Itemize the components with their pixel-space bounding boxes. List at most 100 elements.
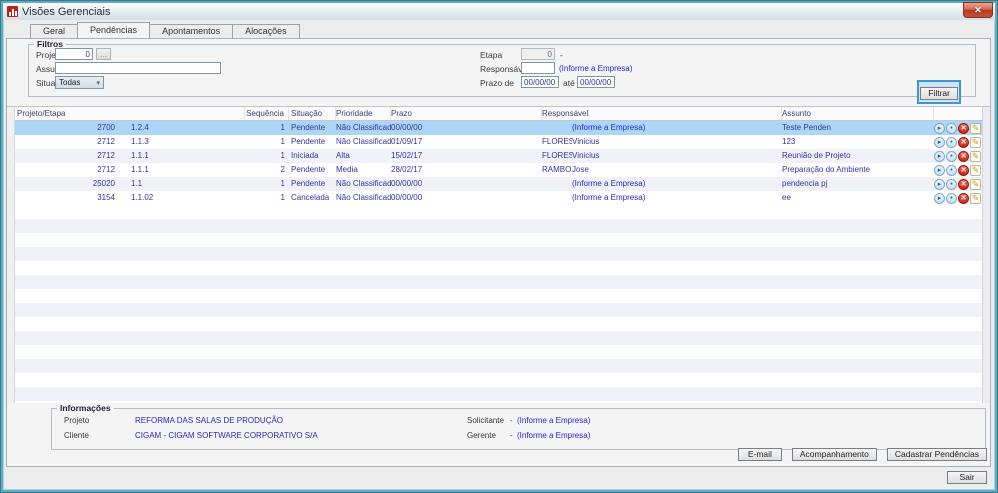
cell-situacao: Pendente bbox=[291, 165, 326, 174]
table-row[interactable]: 2700 1.2.4 1 Pendente Não Classificada 0… bbox=[7, 121, 990, 135]
assunto-input[interactable] bbox=[55, 62, 221, 74]
header-prioridade[interactable]: Prioridade bbox=[336, 107, 391, 120]
edit-icon[interactable]: ✎ bbox=[970, 150, 981, 162]
cell-prazo: 01/09/17 bbox=[391, 137, 423, 146]
cell-resp-name: Vinicius bbox=[572, 137, 600, 146]
table-row[interactable]: 2712 1.1.3 1 Pendente Não Classificada 0… bbox=[7, 135, 990, 149]
filtrar-button[interactable]: Filtrar bbox=[920, 87, 958, 100]
prazo-de-input[interactable] bbox=[521, 76, 559, 88]
tab-apontamentos[interactable]: Apontamentos bbox=[149, 24, 234, 38]
info-projeto-label: Projeto bbox=[64, 416, 90, 425]
view-icon[interactable]: • bbox=[946, 192, 957, 204]
etapa-suffix: - bbox=[560, 50, 563, 60]
edit-icon[interactable]: ✎ bbox=[970, 122, 981, 134]
header-situacao[interactable]: Situação bbox=[289, 107, 336, 120]
cell-prazo: 28/02/17 bbox=[391, 165, 423, 174]
cell-projeto: 2712 bbox=[97, 165, 115, 174]
cell-projeto: 2700 bbox=[97, 123, 115, 132]
open-icon[interactable]: ▸ bbox=[934, 192, 945, 204]
prazo-de-label: Prazo de bbox=[480, 78, 515, 88]
header-responsavel[interactable]: Responsável bbox=[542, 107, 782, 120]
prazo-ate-input[interactable] bbox=[577, 76, 615, 88]
close-icon[interactable]: ✕ bbox=[963, 2, 993, 18]
info-cliente-label: Cliente bbox=[64, 431, 89, 440]
tab-alocacoes[interactable]: Alocações bbox=[232, 24, 300, 38]
open-icon[interactable]: ▸ bbox=[934, 178, 945, 190]
tab-geral[interactable]: Geral bbox=[30, 24, 79, 38]
table-row[interactable]: 2712 1.1.1 1 Iniciada Alta 15/02/17 FLOR… bbox=[7, 149, 990, 163]
edit-icon[interactable]: ✎ bbox=[970, 192, 981, 204]
header-prazo[interactable]: Prazo bbox=[391, 107, 542, 120]
cell-prioridade: Não Classificada bbox=[336, 137, 391, 146]
info-solicitante-link[interactable]: (Informe a Empresa) bbox=[517, 416, 590, 425]
cell-projeto: 2712 bbox=[97, 137, 115, 146]
view-icon[interactable]: • bbox=[946, 150, 957, 162]
delete-icon[interactable]: ✕ bbox=[958, 178, 969, 190]
pendencias-table: Projeto/Etapa Sequência Situação Priorid… bbox=[7, 106, 990, 403]
app-window: Visões Gerenciais ✕ Geral Pendências Apo… bbox=[0, 0, 998, 493]
cell-prazo: 00/00/00 bbox=[391, 193, 423, 202]
table-row[interactable]: 25020 1.1 1 Pendente Não Classificada 00… bbox=[7, 177, 990, 191]
resp-empresa-link[interactable]: (Informe a Empresa) bbox=[572, 193, 645, 202]
delete-icon[interactable]: ✕ bbox=[958, 150, 969, 162]
email-button[interactable]: E-mail bbox=[737, 448, 782, 461]
info-gerente-link[interactable]: (Informe a Empresa) bbox=[517, 431, 590, 440]
projeto-browse-button[interactable]: ... bbox=[96, 48, 111, 60]
cell-situacao: Pendente bbox=[291, 137, 326, 146]
info-gerente-dash: - bbox=[510, 431, 513, 440]
delete-icon[interactable]: ✕ bbox=[958, 136, 969, 148]
cell-resp-code: FLORES bbox=[542, 151, 572, 160]
header-assunto[interactable]: Assunto bbox=[782, 107, 934, 120]
edit-icon[interactable]: ✎ bbox=[970, 164, 981, 176]
table-row[interactable]: 2712 1.1.1 2 Pendente Media 28/02/17 RAM… bbox=[7, 163, 990, 177]
cell-etapa: 1.1.02 bbox=[131, 193, 154, 202]
delete-icon[interactable]: ✕ bbox=[958, 122, 969, 134]
cell-situacao: Pendente bbox=[291, 123, 326, 132]
cell-prioridade: Alta bbox=[336, 151, 350, 160]
cell-situacao: Iniciada bbox=[291, 151, 319, 160]
cadastrar-pendencias-button[interactable]: Cadastrar Pendências bbox=[886, 448, 987, 461]
view-icon[interactable]: • bbox=[946, 164, 957, 176]
open-icon[interactable]: ▸ bbox=[934, 136, 945, 148]
responsavel-input[interactable] bbox=[521, 62, 555, 74]
responsavel-empresa-link[interactable]: (Informe a Empresa) bbox=[559, 64, 632, 73]
resp-empresa-link[interactable]: (Informe a Empresa) bbox=[572, 123, 645, 132]
open-icon[interactable]: ▸ bbox=[934, 164, 945, 176]
info-solicitante-label: Solicitante bbox=[467, 416, 504, 425]
cell-etapa: 1.2.4 bbox=[131, 123, 149, 132]
sair-button[interactable]: Sair bbox=[947, 471, 987, 484]
acompanhamento-button[interactable]: Acompanhamento bbox=[791, 448, 877, 461]
delete-icon[interactable]: ✕ bbox=[958, 164, 969, 176]
open-icon[interactable]: ▸ bbox=[934, 150, 945, 162]
ate-label: até bbox=[563, 78, 575, 88]
cell-etapa: 1.1.1 bbox=[131, 151, 149, 160]
action-button-row: E-mail Acompanhamento Cadastrar Pendênci… bbox=[737, 448, 987, 461]
title-bar[interactable]: Visões Gerenciais ✕ bbox=[3, 2, 995, 20]
edit-icon[interactable]: ✎ bbox=[970, 178, 981, 190]
table-row[interactable]: 3154 1.1.02 1 Cancelada Não Classificada… bbox=[7, 191, 990, 205]
view-icon[interactable]: • bbox=[946, 122, 957, 134]
cell-prioridade: Não Classificada bbox=[336, 193, 391, 202]
cell-prioridade: Não Classificada bbox=[336, 179, 391, 188]
table-header: Projeto/Etapa Sequência Situação Priorid… bbox=[7, 107, 990, 121]
header-sequencia[interactable]: Sequência bbox=[245, 107, 289, 120]
cell-situacao: Pendente bbox=[291, 179, 326, 188]
info-gerente-label: Gerente bbox=[467, 431, 496, 440]
cell-resp-name: Jose bbox=[572, 165, 589, 174]
projeto-input[interactable] bbox=[55, 48, 93, 60]
delete-icon[interactable]: ✕ bbox=[958, 192, 969, 204]
situacao-select[interactable]: Todas ▾ bbox=[55, 76, 104, 89]
tab-pendencias[interactable]: Pendências bbox=[77, 22, 151, 38]
cell-projeto: 2712 bbox=[97, 151, 115, 160]
view-icon[interactable]: • bbox=[946, 136, 957, 148]
header-projeto-etapa[interactable]: Projeto/Etapa bbox=[7, 107, 245, 120]
view-icon[interactable]: • bbox=[946, 178, 957, 190]
cell-assunto: Reunião de Projeto bbox=[782, 151, 851, 160]
grid-scrollbar[interactable] bbox=[982, 107, 990, 403]
edit-icon[interactable]: ✎ bbox=[970, 136, 981, 148]
informacoes-groupbox: Informações Projeto REFORMA DAS SALAS DE… bbox=[51, 403, 986, 450]
resp-empresa-link[interactable]: (Informe a Empresa) bbox=[572, 179, 645, 188]
open-icon[interactable]: ▸ bbox=[934, 122, 945, 134]
cell-resp-code bbox=[542, 121, 572, 135]
cell-assunto: Preparação do Ambiente bbox=[782, 165, 871, 174]
